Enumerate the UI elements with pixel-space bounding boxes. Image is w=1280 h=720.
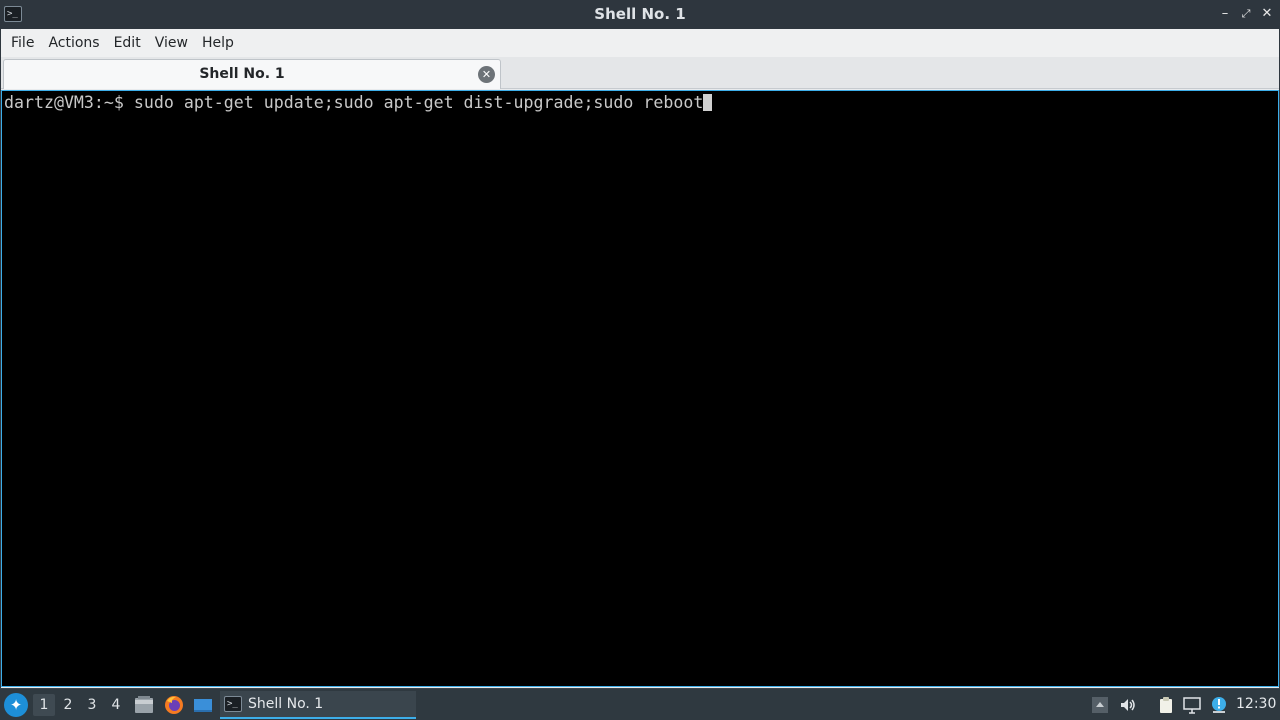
desktop-icon[interactable] — [193, 695, 213, 715]
tray-up-icon[interactable] — [1091, 696, 1109, 714]
close-icon[interactable]: ✕ — [1260, 7, 1274, 21]
taskbar: ✦ 1 2 3 4 >_ Shell No. 1 12:30 — [0, 688, 1280, 720]
maximize-icon[interactable]: ⤢ — [1239, 7, 1253, 21]
terminal-view[interactable]: dartz@VM3:~$ sudo apt-get update;sudo ap… — [1, 90, 1279, 687]
terminal-window: File Actions Edit View Help Shell No. 1 … — [0, 29, 1280, 688]
close-circle-icon[interactable]: ✕ — [478, 66, 495, 83]
terminal-icon: >_ — [224, 696, 242, 712]
taskbar-task-shell[interactable]: >_ Shell No. 1 — [220, 691, 416, 719]
menu-view[interactable]: View — [148, 29, 195, 57]
menubar: File Actions Edit View Help — [1, 29, 1279, 57]
clock[interactable]: 12:30 — [1236, 689, 1276, 720]
update-notifier-icon[interactable] — [1210, 696, 1228, 714]
lxqt-start-icon[interactable]: ✦ — [4, 693, 28, 717]
menu-actions[interactable]: Actions — [41, 29, 106, 57]
menu-help[interactable]: Help — [195, 29, 241, 57]
monitor-icon[interactable] — [1183, 696, 1201, 714]
desktop-1-button[interactable]: 1 — [33, 694, 55, 716]
window-titlebar[interactable]: >_ Shell No. 1 – ⤢ ✕ — [0, 0, 1280, 29]
tab-shell-1[interactable]: Shell No. 1 ✕ — [3, 59, 501, 89]
desktop-2-button[interactable]: 2 — [57, 694, 79, 716]
desktop-4-button[interactable]: 4 — [105, 694, 127, 716]
file-manager-icon[interactable] — [134, 695, 154, 715]
minimize-icon[interactable]: – — [1218, 7, 1232, 21]
tab-label: Shell No. 1 — [199, 66, 285, 82]
terminal-prompt: dartz@VM3:~$ — [4, 93, 134, 112]
tab-bar: Shell No. 1 ✕ — [1, 57, 1279, 89]
window-title: Shell No. 1 — [594, 5, 686, 23]
firefox-icon[interactable] — [164, 695, 184, 715]
menu-file[interactable]: File — [4, 29, 41, 57]
clipboard-icon[interactable] — [1157, 696, 1175, 714]
text-cursor — [703, 94, 713, 111]
volume-icon[interactable] — [1119, 696, 1137, 714]
terminal-line: dartz@VM3:~$ sudo apt-get update;sudo ap… — [4, 93, 713, 113]
menu-edit[interactable]: Edit — [107, 29, 148, 57]
task-label: Shell No. 1 — [248, 696, 324, 712]
terminal-command: sudo apt-get update;sudo apt-get dist-up… — [133, 93, 704, 112]
desktop-3-button[interactable]: 3 — [81, 694, 103, 716]
